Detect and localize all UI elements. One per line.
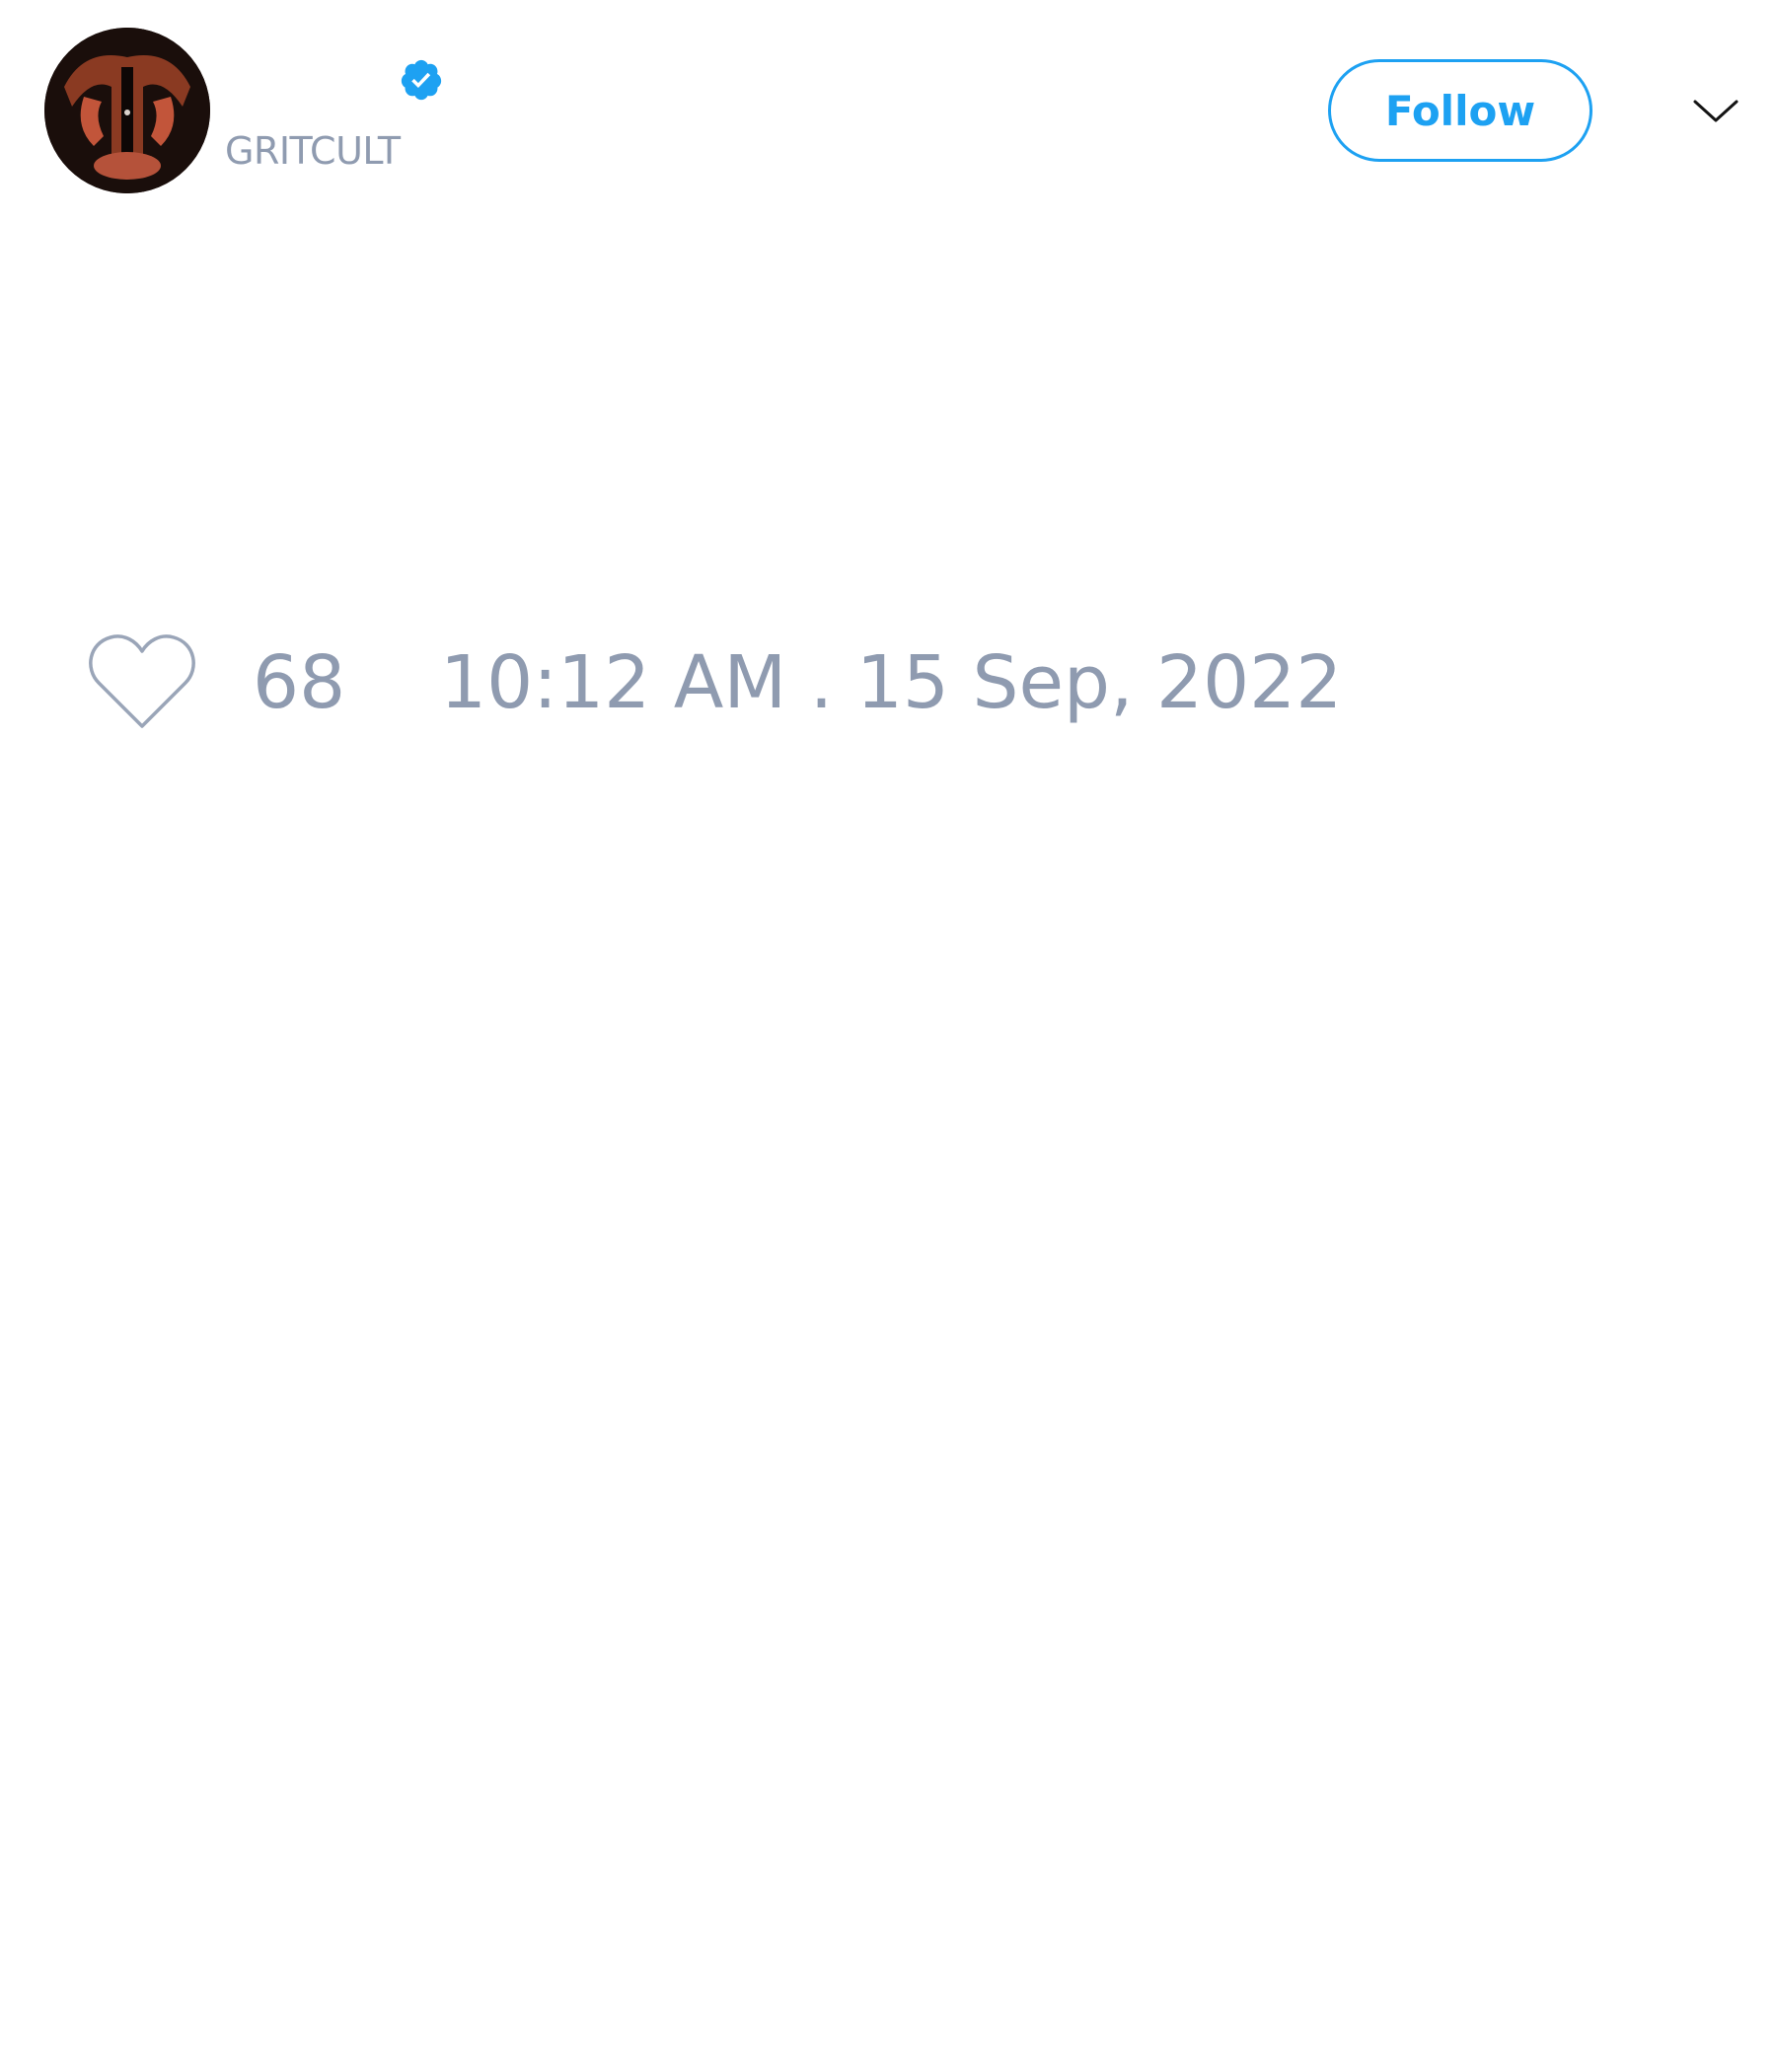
author-handle[interactable]: GRITCULT: [225, 126, 401, 176]
avatar-image: [44, 28, 210, 193]
tweet-timestamp[interactable]: 10:12 AM . 15 Sep, 2022: [440, 643, 1342, 722]
avatar[interactable]: [44, 28, 210, 193]
verified-badge-icon: [401, 59, 442, 101]
like-count: 68: [253, 640, 346, 725]
follow-button[interactable]: Follow: [1328, 59, 1592, 162]
heart-icon[interactable]: [87, 631, 197, 732]
chevron-down-icon[interactable]: [1691, 87, 1740, 136]
